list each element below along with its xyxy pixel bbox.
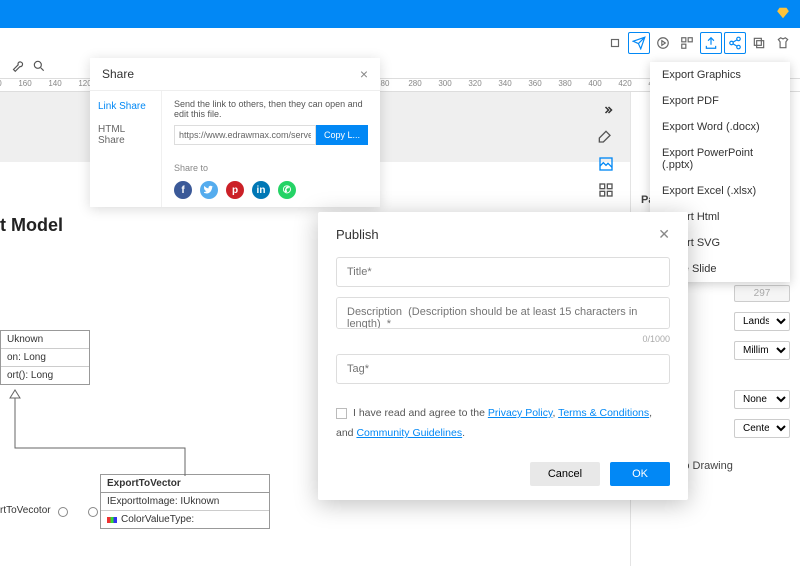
share-title: Share [102, 67, 134, 81]
search-icon[interactable] [32, 59, 46, 76]
publish-title: Publish [336, 227, 379, 242]
connector-circle-1[interactable] [58, 507, 68, 517]
community-link[interactable]: Community Guidelines [356, 427, 462, 439]
grid-icon[interactable] [598, 182, 614, 198]
uml-class-box-2[interactable]: ExportToVector IExporttoImage: IUknown C… [100, 474, 270, 529]
action-bar [0, 28, 800, 58]
publish-title-input[interactable] [336, 257, 670, 287]
connector-circle-2[interactable] [88, 507, 98, 517]
agree-row: I have read and agree to the Privacy Pol… [336, 404, 670, 444]
copy-link-button[interactable]: Copy L... [316, 125, 368, 145]
unit-select[interactable]: Millim... [734, 341, 790, 360]
whatsapp-icon[interactable]: ✆ [278, 181, 296, 199]
copy-icon[interactable] [748, 32, 770, 54]
collapse-chevron-icon[interactable] [600, 104, 616, 119]
export-pdf[interactable]: Export PDF [650, 88, 790, 114]
height-input[interactable]: 297 [734, 285, 790, 302]
linkedin-icon[interactable]: in [252, 181, 270, 199]
char-count: 0/1000 [336, 334, 670, 344]
privacy-link[interactable]: Privacy Policy [488, 407, 553, 419]
image-icon[interactable] [598, 156, 614, 172]
publish-tag-input[interactable] [336, 354, 670, 384]
share-instruction: Send the link to others, then they can o… [174, 99, 368, 119]
style-select[interactable]: None [734, 390, 790, 409]
export-icon[interactable] [700, 32, 722, 54]
tab-html-share[interactable]: HTML Share [90, 118, 161, 152]
connector-lines [10, 398, 190, 478]
paint-icon[interactable] [598, 130, 614, 146]
share-panel: Share × Link Share HTML Share Send the l… [90, 58, 380, 207]
premium-diamond-icon[interactable] [776, 6, 790, 23]
uml-class-box-1[interactable]: Uknown on: Long ort(): Long [0, 330, 90, 385]
share-close-icon[interactable]: × [360, 66, 368, 82]
share-icon[interactable] [724, 32, 746, 54]
qr-icon[interactable] [676, 32, 698, 54]
orientation-select[interactable]: Lands... [734, 312, 790, 331]
publish-close-icon[interactable]: ✕ [658, 226, 670, 243]
ok-button[interactable]: OK [610, 462, 670, 486]
crop-icon[interactable] [604, 32, 626, 54]
share-to-label: Share to [174, 163, 368, 173]
position-select[interactable]: Center [734, 419, 790, 438]
export-word[interactable]: Export Word (.docx) [650, 114, 790, 140]
diagram-title: t Model [0, 215, 63, 236]
connector-label: rtToVecotor [0, 505, 51, 516]
facebook-icon[interactable]: f [174, 181, 192, 199]
play-icon[interactable] [652, 32, 674, 54]
terms-link[interactable]: Terms & Conditions [558, 407, 649, 419]
send-icon[interactable] [628, 32, 650, 54]
export-graphics[interactable]: Export Graphics [650, 62, 790, 88]
export-excel[interactable]: Export Excel (.xlsx) [650, 178, 790, 204]
export-powerpoint[interactable]: Export PowerPoint (.pptx) [650, 140, 790, 178]
share-url-input[interactable] [174, 125, 316, 145]
twitter-icon[interactable] [200, 181, 218, 199]
agree-checkbox[interactable] [336, 408, 347, 419]
app-topbar [0, 0, 800, 28]
pinterest-icon[interactable]: p [226, 181, 244, 199]
publish-modal: Publish ✕ 0/1000 I have read and agree t… [318, 212, 688, 500]
cancel-button[interactable]: Cancel [530, 462, 600, 486]
wrench-icon[interactable] [10, 59, 24, 76]
tab-link-share[interactable]: Link Share [90, 95, 161, 118]
shirt-icon[interactable] [772, 32, 794, 54]
publish-description-input[interactable] [336, 297, 670, 329]
